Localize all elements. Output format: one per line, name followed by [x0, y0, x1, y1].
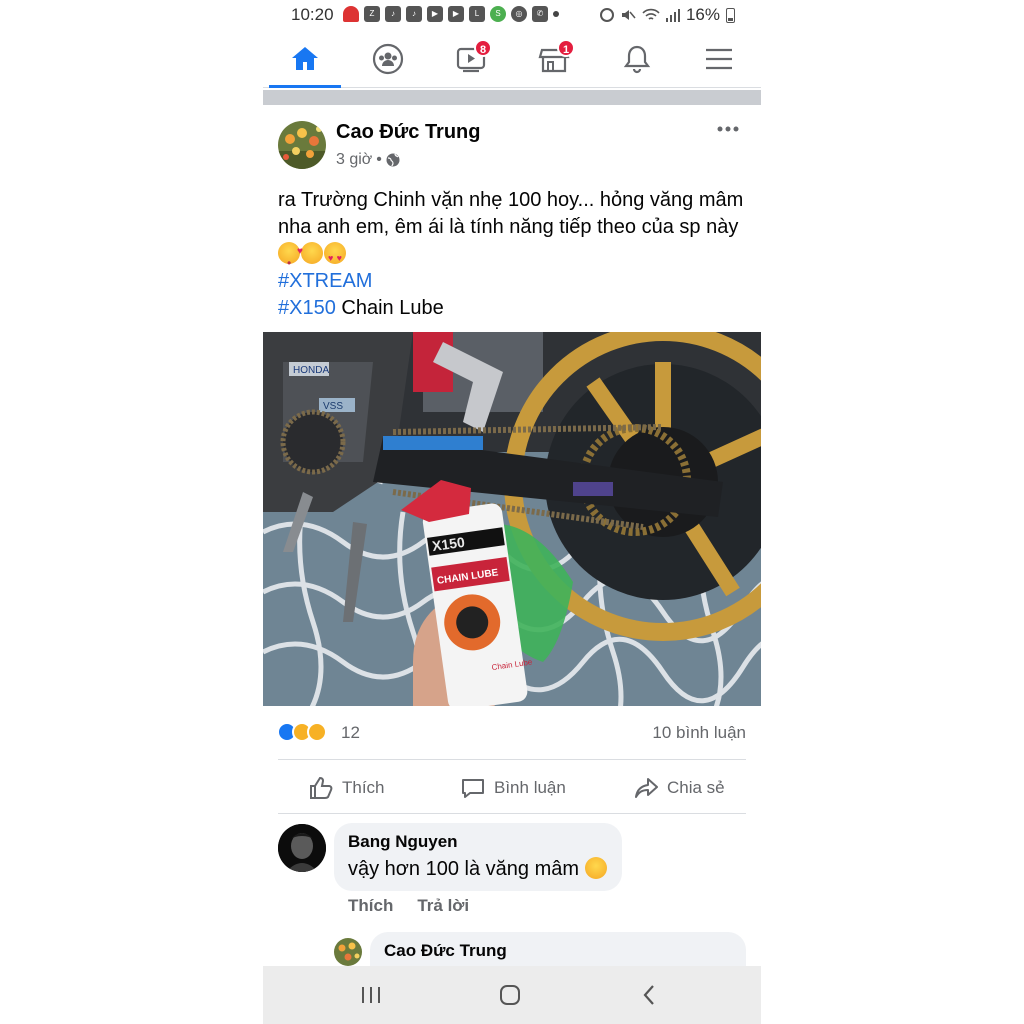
comment-text: vậy hơn 100 là văng mâm: [348, 857, 608, 881]
bell-icon: [623, 45, 651, 74]
tab-menu[interactable]: [679, 30, 759, 88]
share-icon: [635, 777, 658, 798]
comment-actions: Thích Trả lời: [348, 896, 469, 916]
facebook-nav-bar: 8 1: [263, 30, 761, 88]
comment: Bang Nguyen vậy hơn 100 là văng mâm Thíc…: [263, 823, 761, 933]
recent-apps-icon: [362, 987, 380, 1003]
home-button-icon: [500, 985, 520, 1005]
menu-icon: [706, 48, 732, 70]
tab-marketplace[interactable]: 1: [514, 30, 594, 88]
recent-apps-button[interactable]: [351, 980, 391, 1010]
comment-reply-link[interactable]: Trả lời: [417, 896, 469, 916]
missed-call-icon: [343, 6, 359, 22]
reactions-summary[interactable]: 12 10 bình luận: [263, 718, 761, 748]
tiktok-icon: ♪: [385, 6, 401, 22]
smiling-hearts-emoji-icon: [297, 238, 323, 265]
globe-icon: [386, 153, 400, 167]
phone-screen: 10:20 Z ♪ ♪ ▶ ▶ L S ◎ ✆ 16% 8 1 Cao Đức …: [263, 0, 761, 1024]
plate-text: VSS: [323, 401, 343, 412]
post-photo[interactable]: HONDA VSS X150 CHAIN LUBE Chain Lube: [263, 332, 761, 706]
tab-home[interactable]: [265, 30, 345, 88]
dot-icon: [553, 11, 559, 17]
tab-groups[interactable]: [348, 30, 428, 88]
hashtag-xtream[interactable]: #XTREAM: [278, 270, 372, 292]
commenter-avatar[interactable]: [278, 824, 326, 872]
author-avatar[interactable]: [278, 121, 326, 169]
missed-call-icon: ✆: [532, 6, 548, 22]
system-home-button[interactable]: [490, 980, 530, 1010]
post-body: ra Trường Chinh vặn nhẹ 100 hoy... hỏng …: [278, 189, 744, 238]
comment-like-link[interactable]: Thích: [348, 896, 393, 916]
mute-icon: [621, 10, 636, 20]
heart-eyes-emoji-icon: [324, 242, 346, 272]
signal-icon: [665, 9, 680, 22]
comment-icon: [462, 778, 484, 798]
battery-percent: 16%: [685, 5, 720, 24]
alarm-icon: [599, 8, 614, 22]
meta-separator: •: [376, 151, 382, 168]
care-icon: [307, 722, 327, 742]
post-header: Cao Đức Trung 3 giờ •: [263, 105, 761, 180]
feed-separator: [263, 90, 761, 105]
system-navigation-bar: [263, 966, 761, 1024]
post-text: ra Trường Chinh vặn nhẹ 100 hoy... hỏng …: [278, 187, 748, 322]
system-back-button[interactable]: [629, 980, 669, 1010]
post-meta: 3 giờ •: [336, 151, 400, 169]
zalo-icon: Z: [364, 6, 380, 22]
reply-author-avatar[interactable]: [334, 938, 362, 966]
author-name[interactable]: Cao Đức Trung: [336, 121, 481, 144]
youtube-icon: ▶: [448, 6, 464, 22]
share-label: Chia sẻ: [667, 777, 725, 797]
home-icon: [292, 47, 318, 70]
back-icon: [643, 985, 654, 1005]
wifi-icon: [642, 8, 660, 20]
share-button[interactable]: Chia sẻ: [633, 760, 725, 815]
vpn-icon: ◎: [511, 6, 527, 22]
tab-watch[interactable]: 8: [431, 30, 511, 88]
comment-body: vậy hơn 100 là văng mâm: [348, 858, 580, 880]
commenter-name[interactable]: Bang Nguyen: [348, 832, 608, 852]
more-options-icon[interactable]: [715, 119, 741, 139]
shopee-icon: S: [490, 6, 506, 22]
tab-notifications[interactable]: [597, 30, 677, 88]
laughing-tears-icon: [584, 857, 607, 879]
system-icons: 16%: [599, 5, 735, 25]
marketplace-badge: 1: [557, 39, 575, 57]
groups-icon: [372, 43, 404, 75]
reaction-icons: [277, 722, 327, 742]
tank-sticker-text: HONDA: [293, 365, 329, 376]
reply-author-name[interactable]: Cao Đức Trung: [384, 941, 732, 961]
lazada-icon: L: [469, 6, 485, 22]
post-time[interactable]: 3 giờ: [336, 151, 372, 169]
comment-button[interactable]: Bình luận: [460, 760, 566, 815]
hashtag-suffix: Chain Lube: [335, 297, 444, 319]
comment-bubble: Bang Nguyen vậy hơn 100 là văng mâm: [334, 823, 622, 891]
post-action-bar: Thích Bình luận Chia sẻ: [278, 759, 746, 814]
tiktok-icon: ♪: [406, 6, 422, 22]
like-label: Thích: [342, 777, 385, 797]
thumbs-up-icon: [310, 776, 333, 799]
comment-count[interactable]: 10 bình luận: [652, 723, 746, 743]
comment-label: Bình luận: [494, 777, 566, 797]
battery-icon: [726, 7, 735, 23]
hashtag-x150[interactable]: #X150: [278, 297, 336, 319]
watch-badge: 8: [474, 39, 492, 57]
status-bar: 10:20 Z ♪ ♪ ▶ ▶ L S ◎ ✆ 16%: [263, 0, 761, 30]
like-button[interactable]: Thích: [308, 760, 385, 815]
notification-icons: Z ♪ ♪ ▶ ▶ L S ◎ ✆: [343, 6, 559, 22]
status-time: 10:20: [291, 5, 334, 24]
reaction-count[interactable]: 12: [341, 723, 360, 743]
youtube-icon: ▶: [427, 6, 443, 22]
